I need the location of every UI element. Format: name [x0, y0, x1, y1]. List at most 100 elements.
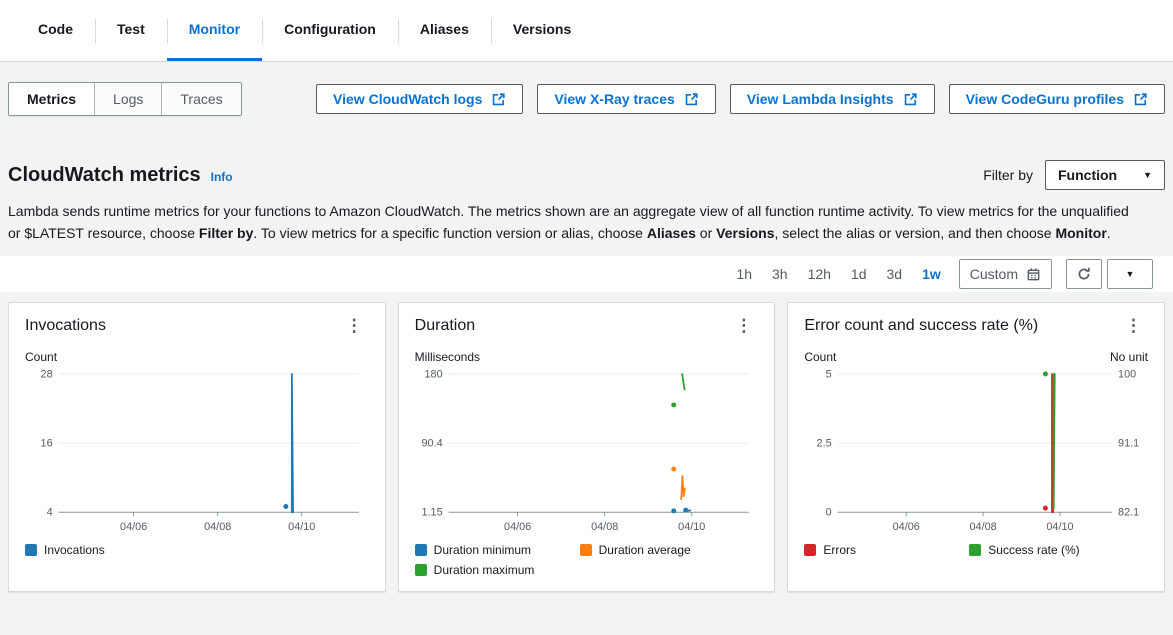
button-label: View Lambda Insights — [747, 91, 894, 107]
duration-chart: 18090.41.1504/0604/0804/10 — [415, 367, 759, 539]
monitor-content: Metrics Logs Traces View CloudWatch logs… — [0, 82, 1173, 244]
legend-swatch — [580, 544, 592, 556]
view-lambda-insights-button[interactable]: View Lambda Insights — [730, 84, 935, 114]
filter-by-label: Filter by — [983, 167, 1033, 183]
kebab-icon: ⋮ — [1125, 316, 1142, 335]
metrics-cards: Invocations ⋮ Count 2816404/0604/0804/10… — [0, 302, 1173, 592]
duration-card: Duration ⋮ Milliseconds 18090.41.1504/06… — [398, 302, 776, 592]
svg-text:91.1: 91.1 — [1118, 438, 1139, 450]
description-text-segment: or — [696, 225, 716, 241]
range-1w[interactable]: 1w — [912, 266, 951, 282]
y-axis-label: Milliseconds — [415, 350, 480, 365]
svg-text:04/06: 04/06 — [504, 521, 531, 533]
svg-text:04/08: 04/08 — [591, 521, 618, 533]
legend-swatch — [25, 544, 37, 556]
chart-menu-button[interactable]: ⋮ — [1119, 315, 1148, 336]
legend-label: Duration minimum — [434, 543, 531, 557]
view-codeguru-profiles-button[interactable]: View CodeGuru profiles — [949, 84, 1165, 114]
metrics-logs-traces-tabs: Metrics Logs Traces — [8, 82, 242, 116]
filter-group: Filter by Function ▼ — [983, 160, 1165, 190]
legend-swatch — [415, 564, 427, 576]
tab-configuration[interactable]: Configuration — [262, 0, 398, 61]
tab-code[interactable]: Code — [16, 0, 95, 61]
y-axis-label: Count — [25, 350, 57, 365]
legend-swatch — [804, 544, 816, 556]
time-range-bar: 1h 3h 12h 1d 3d 1w Custom ▼ — [0, 256, 1173, 292]
external-link-icon — [684, 92, 699, 107]
legend-item[interactable]: Duration maximum — [415, 563, 580, 577]
chart-legend: Duration minimum Duration average Duration… — [415, 543, 759, 583]
range-12h[interactable]: 12h — [798, 266, 841, 282]
svg-text:90.4: 90.4 — [421, 438, 442, 450]
svg-text:1.15: 1.15 — [421, 507, 442, 519]
svg-text:16: 16 — [41, 438, 53, 450]
svg-text:04/10: 04/10 — [1047, 521, 1074, 533]
range-3d[interactable]: 3d — [877, 266, 913, 282]
description-text-segment: . — [1107, 225, 1111, 241]
refresh-button[interactable] — [1066, 259, 1102, 289]
svg-text:4: 4 — [47, 507, 53, 519]
y-axis-label: Count — [804, 350, 836, 365]
function-tab-bar: Code Test Monitor Configuration Aliases … — [0, 0, 1173, 62]
legend-label: Errors — [823, 543, 856, 557]
legend-swatch — [969, 544, 981, 556]
custom-range-button[interactable]: Custom — [959, 259, 1052, 289]
tab-versions[interactable]: Versions — [491, 0, 593, 61]
tabs-nav: Code Test Monitor Configuration Aliases … — [0, 0, 1173, 61]
description-bold-text: Aliases — [647, 225, 696, 241]
chart-title: Duration — [415, 317, 475, 335]
error-success-chart: 52.5010091.182.104/0604/0804/10 — [804, 367, 1148, 539]
button-label: View X-Ray traces — [554, 91, 674, 107]
svg-text:04/08: 04/08 — [970, 521, 997, 533]
legend-item[interactable]: Errors — [804, 543, 969, 557]
legend-item[interactable]: Invocations — [25, 543, 190, 557]
range-3h[interactable]: 3h — [762, 266, 798, 282]
kebab-icon: ⋮ — [346, 316, 363, 335]
description-text: Lambda sends runtime metrics for your fu… — [8, 200, 1133, 244]
legend-item[interactable]: Duration minimum — [415, 543, 580, 557]
invocations-chart: 2816404/0604/0804/10 — [25, 367, 369, 539]
tab-aliases[interactable]: Aliases — [398, 0, 491, 61]
filter-function-select[interactable]: Function ▼ — [1045, 160, 1165, 190]
legend-item[interactable]: Duration average — [580, 543, 745, 557]
refresh-options-button[interactable]: ▼ — [1107, 259, 1153, 289]
range-1h[interactable]: 1h — [726, 266, 762, 282]
chart-menu-button[interactable]: ⋮ — [340, 315, 369, 336]
kebab-icon: ⋮ — [735, 316, 752, 335]
svg-text:82.1: 82.1 — [1118, 507, 1139, 519]
range-1d[interactable]: 1d — [841, 266, 877, 282]
description-text-segment: , select the alias or version, and then … — [775, 225, 1056, 241]
description-bold-text: Monitor — [1055, 225, 1106, 241]
view-cloudwatch-logs-button[interactable]: View CloudWatch logs — [316, 84, 523, 114]
tab-logs[interactable]: Logs — [95, 83, 162, 115]
chart-menu-button[interactable]: ⋮ — [729, 315, 758, 336]
select-value: Function — [1058, 167, 1117, 183]
legend-label: Invocations — [44, 543, 105, 557]
description-bold-text: Filter by — [199, 225, 253, 241]
calendar-icon — [1026, 267, 1041, 282]
description-text-segment: . To view metrics for a specific functio… — [253, 225, 646, 241]
page-title: CloudWatch metrics — [8, 164, 201, 187]
custom-range-label: Custom — [970, 266, 1018, 282]
svg-text:04/08: 04/08 — [204, 521, 231, 533]
heading-row: CloudWatch metrics Info Filter by Functi… — [8, 160, 1165, 190]
tab-traces[interactable]: Traces — [162, 83, 240, 115]
info-link[interactable]: Info — [211, 170, 233, 184]
legend-label: Success rate (%) — [988, 543, 1079, 557]
view-xray-traces-button[interactable]: View X-Ray traces — [537, 84, 715, 114]
legend-item[interactable]: Success rate (%) — [969, 543, 1134, 557]
svg-text:04/10: 04/10 — [288, 521, 315, 533]
tab-metrics[interactable]: Metrics — [9, 83, 95, 115]
description-bold-text: Versions — [716, 225, 774, 241]
legend-label: Duration maximum — [434, 563, 535, 577]
subtab-row: Metrics Logs Traces View CloudWatch logs… — [8, 82, 1165, 116]
external-link-icon — [903, 92, 918, 107]
chart-legend: Invocations — [25, 543, 369, 563]
chart-title: Invocations — [25, 317, 106, 335]
chart-legend: Errors Success rate (%) — [804, 543, 1148, 563]
legend-swatch — [415, 544, 427, 556]
refresh-icon — [1076, 266, 1092, 282]
tab-monitor[interactable]: Monitor — [167, 0, 262, 61]
error-success-card: Error count and success rate (%) ⋮ Count… — [787, 302, 1165, 592]
tab-test[interactable]: Test — [95, 0, 167, 61]
